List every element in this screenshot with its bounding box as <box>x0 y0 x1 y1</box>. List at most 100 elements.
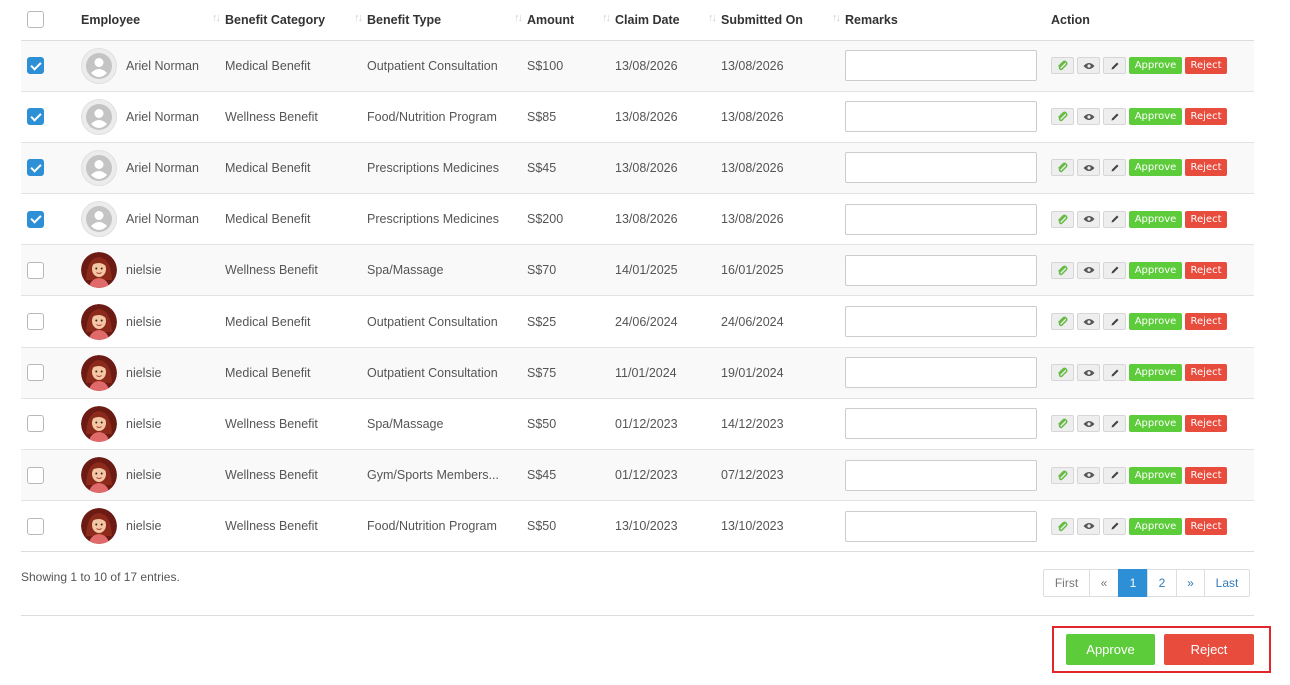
attachment-button[interactable] <box>1051 313 1074 331</box>
pagination-first[interactable]: First <box>1043 569 1090 597</box>
attachment-button[interactable] <box>1051 108 1074 126</box>
view-button[interactable] <box>1077 517 1100 535</box>
sort-arrows-icon[interactable]: ↑↓ <box>832 12 841 24</box>
claim-date-header[interactable]: Claim Date ↑↓ <box>615 0 721 41</box>
row-actions: Approve Reject <box>1051 108 1254 126</box>
row-checkbox[interactable] <box>27 159 44 177</box>
remarks-input[interactable] <box>845 357 1037 389</box>
employee-cell: Ariel Norman <box>81 141 225 194</box>
benefit-category-cell: Medical Benefit <box>225 295 367 348</box>
attachment-button[interactable] <box>1051 466 1074 484</box>
edit-button[interactable] <box>1103 210 1126 228</box>
row-checkbox[interactable] <box>27 261 44 279</box>
view-button[interactable] <box>1077 261 1100 279</box>
benefit-type-header[interactable]: Benefit Type ↑↓ <box>367 0 527 41</box>
pagination-prev[interactable]: « <box>1089 569 1119 597</box>
reject-button[interactable]: Reject <box>1185 415 1227 433</box>
row-checkbox[interactable] <box>27 466 44 484</box>
pagination-page-1[interactable]: 1 <box>1118 569 1148 597</box>
approve-button[interactable]: Approve <box>1129 261 1182 279</box>
reject-button[interactable]: Reject <box>1185 108 1227 126</box>
view-button[interactable] <box>1077 108 1100 126</box>
pagination-last[interactable]: Last <box>1204 569 1250 597</box>
reject-button[interactable]: Reject <box>1185 466 1227 484</box>
attachment-button[interactable] <box>1051 210 1074 228</box>
employee-info: Ariel Norman <box>81 201 225 238</box>
row-checkbox[interactable] <box>27 313 44 331</box>
reject-button[interactable]: Reject <box>1185 210 1227 228</box>
edit-button[interactable] <box>1103 261 1126 279</box>
edit-button[interactable] <box>1103 108 1126 126</box>
row-checkbox[interactable] <box>27 364 44 382</box>
attachment-button[interactable] <box>1051 364 1074 382</box>
view-button[interactable] <box>1077 364 1100 382</box>
select-all-checkbox[interactable] <box>27 11 44 29</box>
remarks-input[interactable] <box>845 152 1037 184</box>
view-button[interactable] <box>1077 159 1100 177</box>
sort-arrows-icon[interactable]: ↑↓ <box>212 12 221 24</box>
bulk-approve-button[interactable]: Approve <box>1066 634 1155 665</box>
approve-button[interactable]: Approve <box>1129 517 1182 535</box>
edit-button[interactable] <box>1103 159 1126 177</box>
view-button[interactable] <box>1077 415 1100 433</box>
remarks-input[interactable] <box>845 203 1037 235</box>
row-checkbox[interactable] <box>27 210 44 228</box>
submitted-on-header[interactable]: Submitted On ↑↓ <box>721 0 845 41</box>
row-checkbox[interactable] <box>27 108 44 126</box>
attachment-button[interactable] <box>1051 159 1074 177</box>
remarks-input[interactable] <box>845 459 1037 491</box>
pagination-next[interactable]: » <box>1176 569 1205 597</box>
amount-cell: S$70 <box>527 244 615 296</box>
approve-button[interactable]: Approve <box>1129 466 1182 484</box>
approve-button[interactable]: Approve <box>1129 108 1182 126</box>
remarks-input[interactable] <box>845 408 1037 440</box>
reject-button[interactable]: Reject <box>1185 261 1227 279</box>
sort-arrows-icon[interactable]: ↑↓ <box>602 12 611 24</box>
amount-header[interactable]: Amount ↑↓ <box>527 0 615 41</box>
remarks-input[interactable] <box>845 306 1037 338</box>
submitted-on-cell: 13/10/2023 <box>721 500 845 553</box>
reject-button[interactable]: Reject <box>1185 517 1227 535</box>
view-button[interactable] <box>1077 466 1100 484</box>
pagination-page-2[interactable]: 2 <box>1147 569 1177 597</box>
sort-arrows-icon[interactable]: ↑↓ <box>354 12 363 24</box>
approve-button[interactable]: Approve <box>1129 313 1182 331</box>
approve-button[interactable]: Approve <box>1129 57 1182 75</box>
sort-arrows-icon[interactable]: ↑↓ <box>514 12 523 24</box>
reject-button[interactable]: Reject <box>1185 57 1227 75</box>
eye-icon <box>1083 267 1094 274</box>
remarks-input[interactable] <box>845 101 1037 133</box>
view-button[interactable] <box>1077 57 1100 75</box>
edit-button[interactable] <box>1103 415 1126 433</box>
attachment-button[interactable] <box>1051 57 1074 75</box>
edit-button[interactable] <box>1103 57 1126 75</box>
edit-button[interactable] <box>1103 466 1126 484</box>
reject-button[interactable]: Reject <box>1185 313 1227 331</box>
reject-button[interactable]: Reject <box>1185 159 1227 177</box>
bulk-reject-button[interactable]: Reject <box>1164 634 1254 665</box>
attachment-button[interactable] <box>1051 415 1074 433</box>
reject-button[interactable]: Reject <box>1185 364 1227 382</box>
edit-button[interactable] <box>1103 517 1126 535</box>
row-checkbox[interactable] <box>27 517 44 535</box>
approve-button[interactable]: Approve <box>1129 415 1182 433</box>
row-checkbox[interactable] <box>27 415 44 433</box>
employee-header[interactable]: Employee ↑↓ <box>81 0 225 41</box>
approve-button[interactable]: Approve <box>1129 159 1182 177</box>
sort-arrows-icon[interactable]: ↑↓ <box>708 12 717 24</box>
eye-icon <box>1083 523 1094 530</box>
benefit-category-header[interactable]: Benefit Category ↑↓ <box>225 0 367 41</box>
remarks-input[interactable] <box>845 254 1037 286</box>
eye-icon <box>1083 216 1094 223</box>
row-checkbox[interactable] <box>27 57 44 75</box>
remarks-input[interactable] <box>845 50 1037 82</box>
approve-button[interactable]: Approve <box>1129 210 1182 228</box>
attachment-button[interactable] <box>1051 517 1074 535</box>
view-button[interactable] <box>1077 210 1100 228</box>
attachment-button[interactable] <box>1051 261 1074 279</box>
remarks-input[interactable] <box>845 510 1037 542</box>
edit-button[interactable] <box>1103 313 1126 331</box>
view-button[interactable] <box>1077 313 1100 331</box>
edit-button[interactable] <box>1103 364 1126 382</box>
approve-button[interactable]: Approve <box>1129 364 1182 382</box>
